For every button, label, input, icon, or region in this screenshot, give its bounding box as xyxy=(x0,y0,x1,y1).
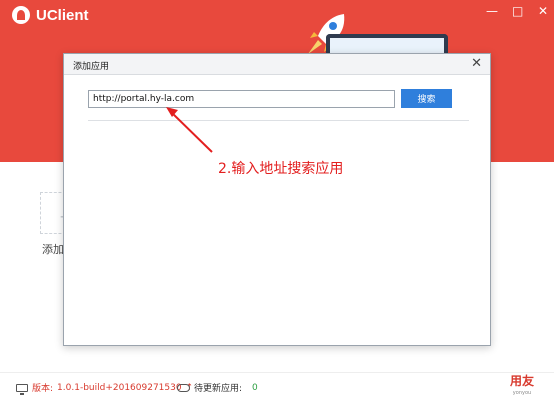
uclient-logo-icon xyxy=(12,6,30,24)
brand-name: 用友 xyxy=(509,374,534,388)
search-button[interactable]: 搜索 xyxy=(401,89,452,108)
pending-count: 0 xyxy=(252,382,258,393)
window-controls: — □ ✕ xyxy=(486,4,548,18)
monitor-icon xyxy=(16,383,28,395)
app-logo: UClient xyxy=(12,6,89,24)
add-app-dialog: 添加应用 ✕ 搜索 xyxy=(63,53,491,346)
pending-label: 待更新应用: xyxy=(194,384,243,394)
app-name: UClient xyxy=(36,6,89,24)
app-url-input[interactable] xyxy=(88,90,395,108)
annotation-text: 2.输入地址搜索应用 xyxy=(218,161,344,177)
version-info: 版本: 1.0.1-build+201609271530 ↑ xyxy=(16,381,193,395)
cloud-icon xyxy=(177,383,190,392)
maximize-button[interactable]: □ xyxy=(512,4,523,18)
yonyou-logo: 用友 yonyou xyxy=(510,375,534,397)
dialog-close-icon[interactable]: ✕ xyxy=(471,56,482,71)
close-button[interactable]: ✕ xyxy=(538,4,548,18)
brand-sub: yonyou xyxy=(512,390,532,396)
version-value: 1.0.1-build+201609271530 xyxy=(57,382,182,393)
minimize-button[interactable]: — xyxy=(486,4,498,18)
dialog-title: 添加应用 xyxy=(73,62,110,72)
status-bar: 版本: 1.0.1-build+201609271530 ↑ 待更新应用: 0 … xyxy=(0,372,554,397)
version-label: 版本: xyxy=(32,384,54,394)
pending-updates[interactable]: 待更新应用: 0 xyxy=(177,381,258,394)
dialog-title-bar: 添加应用 ✕ xyxy=(64,54,490,75)
add-app-label: 添加 xyxy=(42,243,64,256)
dialog-divider xyxy=(88,120,469,121)
